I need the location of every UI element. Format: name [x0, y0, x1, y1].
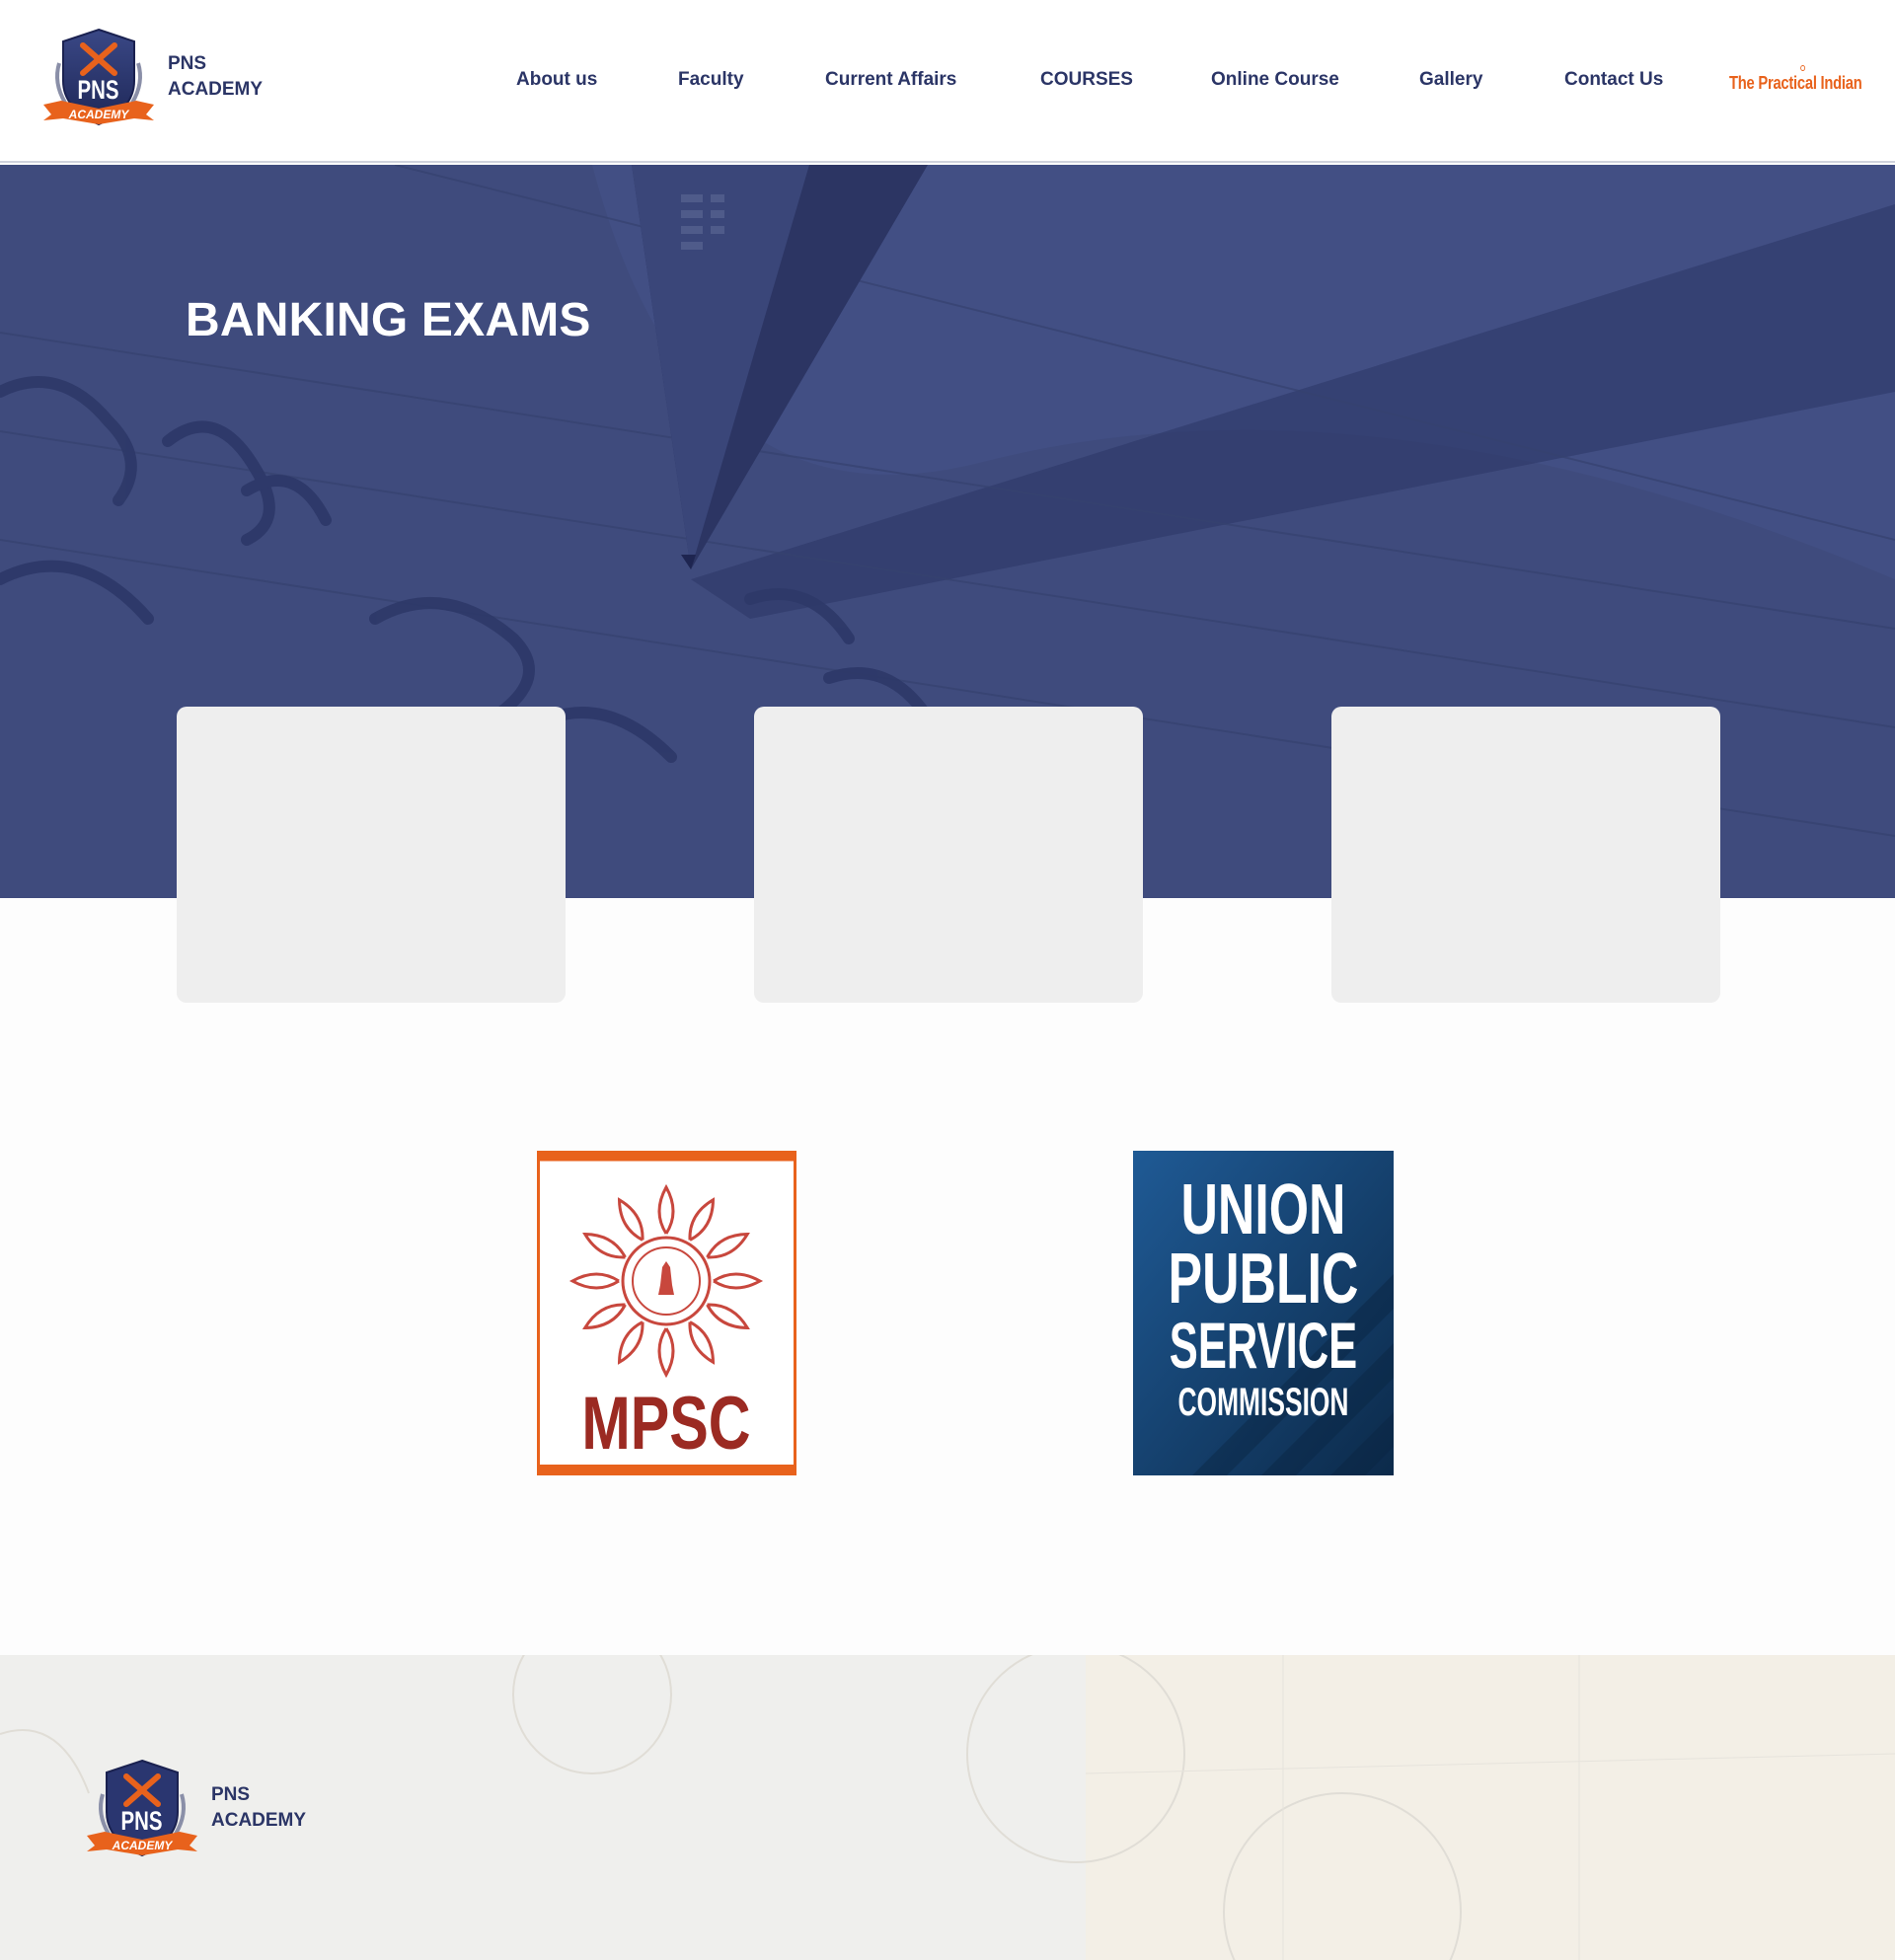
upsc-line-4: COMMISSION [1177, 1381, 1348, 1425]
upsc-line-1: UNION [1181, 1170, 1346, 1249]
site-header: PNS ACADEMY PNS ACADEMY About us Faculty… [0, 0, 1895, 163]
practical-indian-label: The Practical Indian [1729, 73, 1862, 93]
course-card-3[interactable] [1331, 707, 1720, 1003]
nav-about-us[interactable]: About us [516, 69, 597, 91]
site-footer: PNS ACADEMY PNS ACADEMY [0, 1655, 1895, 1960]
brand-logo-link[interactable]: PNS ACADEMY PNS ACADEMY [39, 24, 263, 130]
course-card-2[interactable] [754, 707, 1143, 1003]
upsc-line-2: PUBLIC [1169, 1240, 1359, 1319]
nav-online-course[interactable]: Online Course [1211, 69, 1339, 91]
footer-brand-logo[interactable]: PNS ACADEMY PNS ACADEMY [83, 1755, 306, 1861]
footer-brand-name: PNS ACADEMY [211, 1782, 306, 1834]
course-card-1[interactable] [177, 707, 566, 1003]
nav-faculty[interactable]: Faculty [678, 69, 744, 91]
svg-text:PNS: PNS [78, 75, 119, 104]
nav-current-affairs[interactable]: Current Affairs [825, 69, 956, 91]
svg-text:ACADEMY: ACADEMY [68, 108, 130, 121]
nav-courses[interactable]: COURSES [1040, 69, 1133, 91]
pns-academy-crest-icon: PNS ACADEMY [87, 1759, 197, 1857]
practical-indian-mark-icon [1800, 65, 1806, 71]
brand-name: PNS ACADEMY [168, 51, 263, 103]
brand-line-2: ACADEMY [168, 79, 264, 100]
page-title: BANKING EXAMS [186, 294, 591, 346]
upsc-line-3: SERVICE [1170, 1309, 1357, 1382]
pns-academy-crest-icon: PNS ACADEMY [43, 28, 154, 126]
mpsc-logo-text: MPSC [581, 1382, 750, 1466]
upsc-logo-image[interactable]: UNION PUBLIC SERVICE COMMISSION [1133, 1151, 1394, 1475]
mpsc-logo-image[interactable]: MPSC [537, 1151, 796, 1475]
svg-text:ACADEMY: ACADEMY [112, 1839, 174, 1852]
svg-text:PNS: PNS [121, 1806, 163, 1835]
footer-brand-line-2: ACADEMY [211, 1810, 307, 1831]
the-practical-indian-link[interactable]: The Practical Indian [1729, 65, 1862, 94]
nav-gallery[interactable]: Gallery [1419, 69, 1482, 91]
brand-line-1: PNS [168, 53, 207, 74]
nav-contact-us[interactable]: Contact Us [1564, 69, 1663, 91]
footer-brand-line-1: PNS [211, 1784, 251, 1805]
